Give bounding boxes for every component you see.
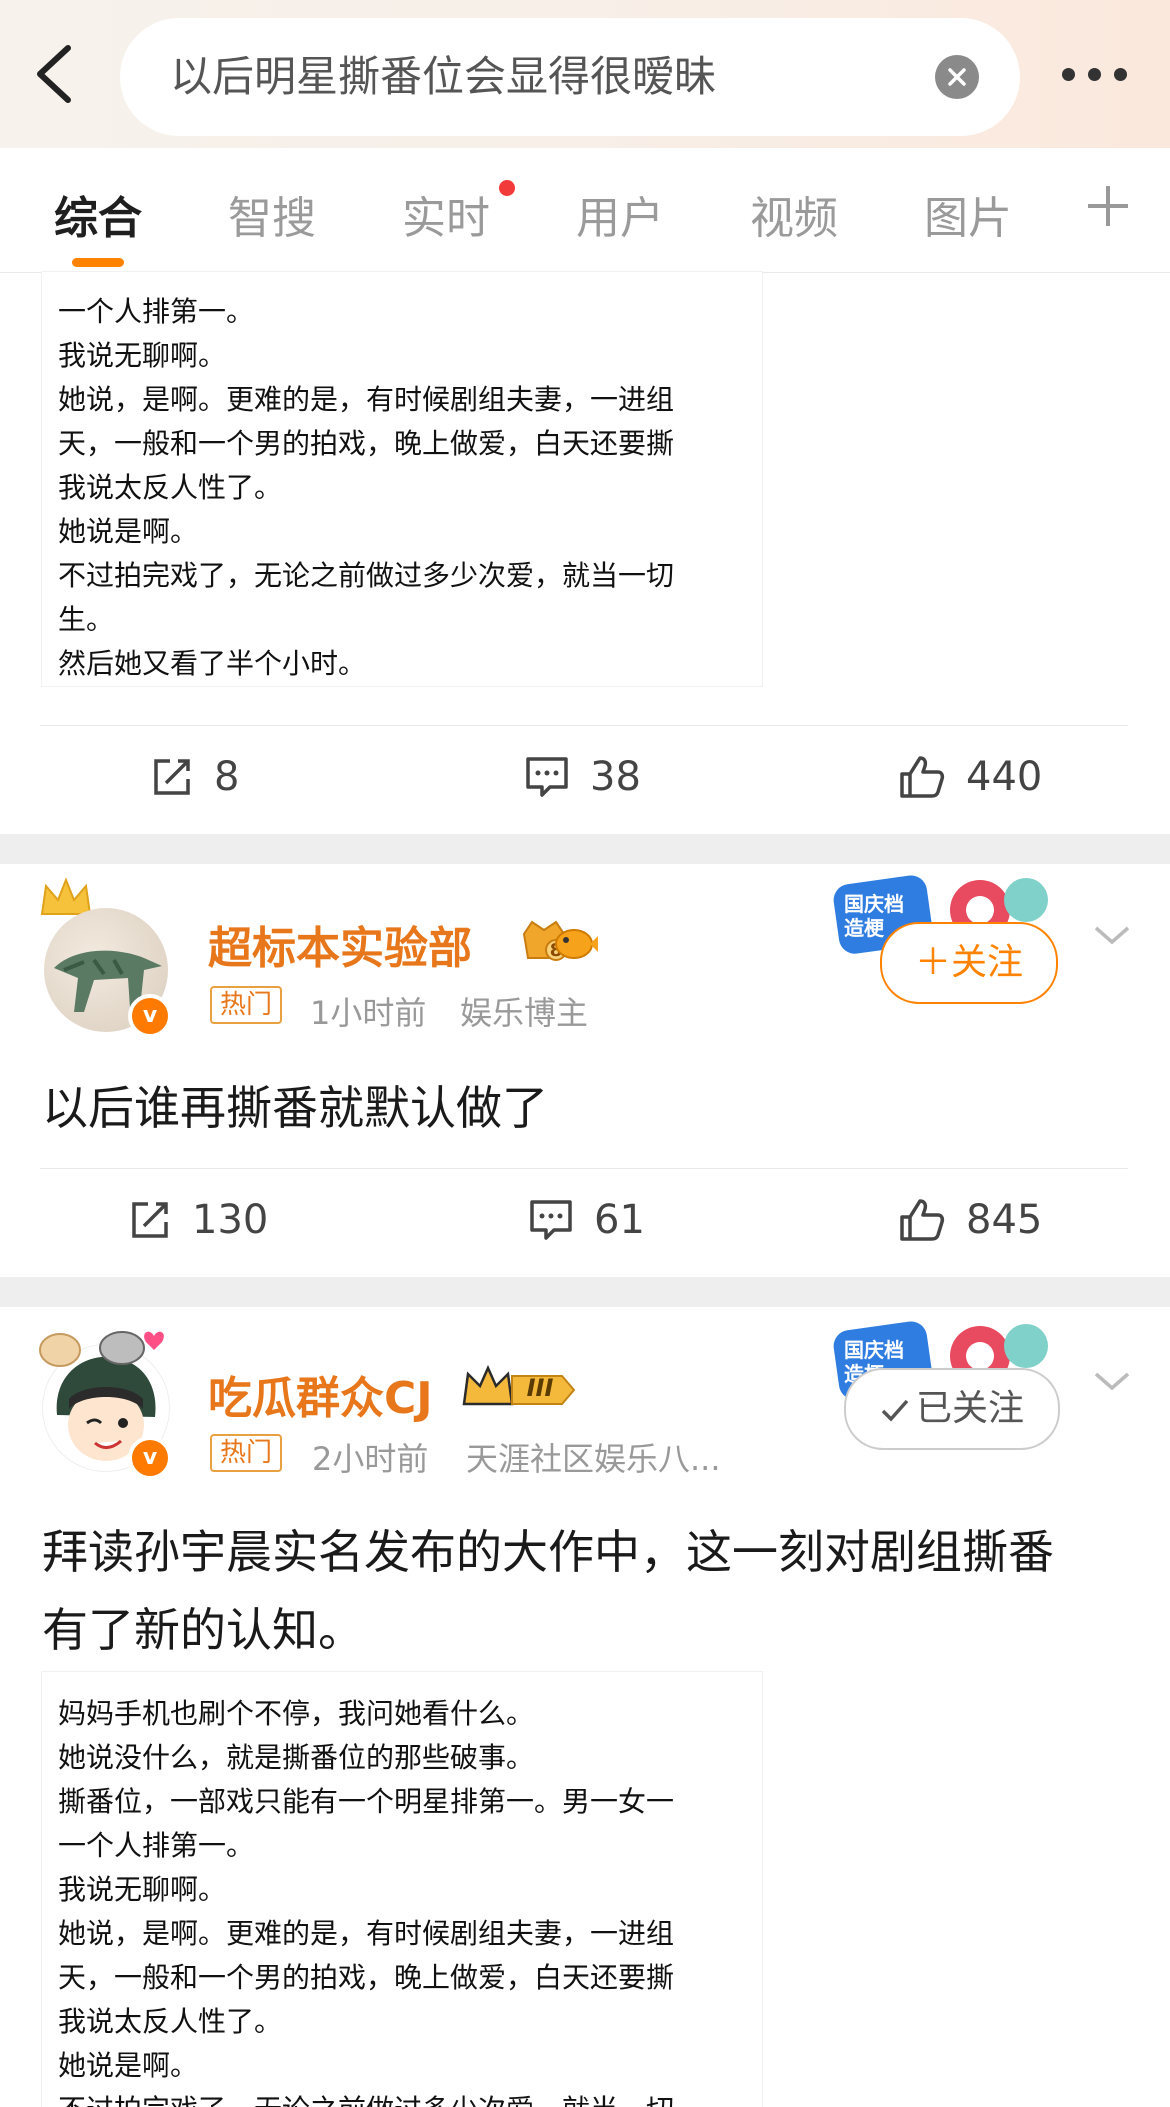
hot-badge: 热门 (210, 986, 283, 1024)
username[interactable]: 吃瓜群众CJ (208, 1362, 433, 1426)
like-icon (900, 1199, 945, 1241)
post-time: 1小时前 (310, 994, 427, 1032)
pets-decoration-icon (39, 1331, 164, 1367)
avatar-wrapper[interactable]: v (36, 1330, 176, 1480)
active-tab-indicator (72, 258, 124, 267)
article-line: 一个人排第一。 (58, 1829, 255, 1862)
article-line: 我说太反人性了。 (58, 2005, 283, 2038)
article-line: 她说没什么，就是撕番位的那些破事。 (58, 1741, 535, 1774)
post-source: 天涯社区娱乐八... (466, 1440, 721, 1478)
article-line: 一个人排第一。 (58, 295, 255, 328)
article-line: 不过拍完戏了，无论之前做过多少次爱，就当一切 (58, 2088, 674, 2107)
hot-badge: 热门 (210, 1434, 283, 1472)
clear-search-icon[interactable] (935, 55, 979, 99)
following-label: 已关注 (915, 1388, 1024, 1429)
article-line: 然后她又看了半个小时。 (58, 647, 367, 680)
article-line: 我说无聊啊。 (58, 1873, 227, 1906)
search-query[interactable]: 以后明星撕番位会显得很暧昧 (170, 18, 716, 136)
top-bar: 以后明星撕番位会显得很暧昧 (0, 0, 1170, 148)
chevron-down-icon[interactable] (1092, 920, 1132, 950)
tab-video[interactable]: 视频 (750, 182, 838, 246)
repost-button[interactable]: 8 (150, 747, 239, 807)
like-count: 440 (966, 754, 1043, 800)
tab-realtime[interactable]: 实时 (402, 182, 490, 246)
crown-level-badge-icon: III (458, 1364, 578, 1414)
check-icon (881, 1399, 909, 1422)
comment-count: 38 (590, 754, 641, 800)
username[interactable]: 超标本实验部 (208, 912, 472, 976)
article-image[interactable]: 一个人排第一。 我说无聊啊。 她说，是啊。更难的是，有时候剧组夫妻，一进组 天，… (42, 272, 762, 686)
comment-icon (530, 1200, 572, 1240)
comment-count: 61 (594, 1197, 645, 1243)
tab-users[interactable]: 用户 (576, 182, 664, 246)
section-gap (0, 1277, 1170, 1307)
divider (40, 725, 1128, 726)
article-line: 妈妈手机也刷个不停，我问她看什么。 (58, 1697, 535, 1730)
article-image[interactable]: 妈妈手机也刷个不停，我问她看什么。 她说没什么，就是撕番位的那些破事。 撕番位，… (42, 1672, 762, 2107)
tab-images[interactable]: 图片 (924, 182, 1012, 246)
article-line: 我说无聊啊。 (58, 339, 227, 372)
follow-button[interactable]: ＋关注 (880, 922, 1058, 1004)
repost-count: 130 (192, 1197, 269, 1243)
divider (40, 1168, 1128, 1169)
verified-badge: v (128, 994, 172, 1038)
comment-icon (526, 757, 568, 797)
fish-badge-icon (552, 922, 598, 962)
tab-comprehensive[interactable]: 综合 (54, 182, 142, 246)
following-button[interactable]: 已关注 (844, 1368, 1060, 1450)
article-line: 天，一般和一个男的拍戏，晚上做爱，白天还要撕 (58, 1961, 675, 1994)
post-text: 以后谁再撕番就默认做了 (42, 1081, 548, 1135)
repost-icon (132, 1202, 168, 1238)
article-line: 不过拍完戏了，无论之前做过多少次爱，就当一切 (58, 559, 675, 592)
article-line: 她说，是啊。更难的是，有时候剧组夫妻，一进组 (58, 383, 675, 416)
post-text-line: 拜读孙宇晨实名发布的大作中，这一刻对剧组撕番 (42, 1525, 1054, 1579)
section-gap (0, 834, 1170, 864)
article-line: 生。 (58, 603, 115, 636)
like-count: 845 (966, 1197, 1043, 1243)
post-text-line: 有了新的认知。 (42, 1603, 364, 1657)
chevron-down-icon[interactable] (1092, 1366, 1132, 1396)
avatar-wrapper[interactable]: v (40, 877, 172, 1038)
verified-badge: v (128, 1436, 172, 1480)
repost-button[interactable]: 130 (128, 1190, 268, 1250)
article-line: 我说太反人性了。 (58, 471, 283, 504)
tab-smart-search[interactable]: 智搜 (228, 182, 316, 246)
add-tab-icon[interactable] (1086, 184, 1130, 228)
repost-icon (154, 759, 190, 795)
badge-level: III (526, 1374, 554, 1402)
search-box[interactable]: 以后明星撕番位会显得很暧昧 (120, 18, 1020, 136)
more-options-icon[interactable] (1062, 68, 1128, 82)
notification-dot (499, 180, 515, 196)
article-line: 天，一般和一个男的拍戏，晚上做爱，白天还要撕 (58, 427, 675, 460)
post-time: 2小时前 (312, 1440, 429, 1478)
comment-button[interactable]: 61 (528, 1190, 645, 1250)
like-button[interactable]: 440 (898, 747, 1042, 807)
back-arrow-icon[interactable] (30, 42, 82, 106)
article-line: 她说是啊。 (58, 2049, 199, 2082)
comment-button[interactable]: 38 (524, 747, 641, 807)
article-line: 她说，是啊。更难的是，有时候剧组夫妻，一进组 (58, 1917, 675, 1950)
article-line: 撕番位，一部戏只能有一个明星排第一。男一女一 (58, 1785, 675, 1818)
article-line: 她说是啊。 (58, 515, 199, 548)
like-icon (900, 756, 945, 798)
post-source: 娱乐博主 (460, 994, 589, 1032)
like-button[interactable]: 845 (898, 1190, 1042, 1250)
repost-count: 8 (214, 754, 240, 800)
